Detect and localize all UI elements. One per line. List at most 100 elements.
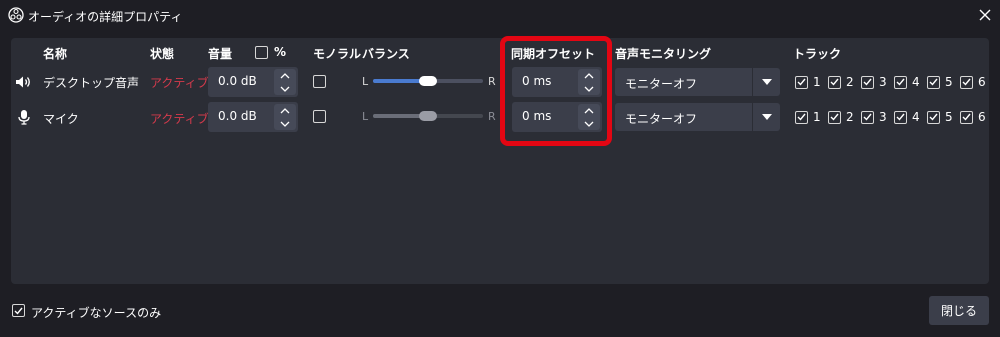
track-checkbox[interactable] xyxy=(828,75,841,89)
track-item[interactable]: 1 xyxy=(795,109,821,125)
track-checkbox[interactable] xyxy=(927,110,940,124)
header-status: 状態 xyxy=(150,47,175,61)
track-item[interactable]: 6 xyxy=(960,109,986,125)
track-item[interactable]: 1 xyxy=(795,74,821,90)
balance-left-label: L xyxy=(362,75,369,88)
checkmark-icon xyxy=(14,307,23,315)
sync-offset-down-button[interactable] xyxy=(578,82,600,95)
checkmark-icon xyxy=(830,78,839,86)
checkmark-icon xyxy=(863,113,872,121)
track-item[interactable]: 2 xyxy=(828,109,854,125)
sync-offset-spinbox[interactable]: 0 ms xyxy=(512,102,602,132)
monitoring-dropdown[interactable]: モニターオフ xyxy=(615,103,780,131)
close-icon xyxy=(979,9,991,21)
track-item[interactable]: 5 xyxy=(927,74,953,90)
status-badge: アクティブ xyxy=(150,76,209,90)
chevron-down-icon xyxy=(584,86,594,92)
mono-checkbox[interactable] xyxy=(313,75,326,88)
track-label: 6 xyxy=(978,75,986,89)
sync-offset-down-button[interactable] xyxy=(578,117,600,130)
sync-offset-value: 0 ms xyxy=(522,109,552,123)
dropdown-caret xyxy=(752,68,780,96)
track-label: 5 xyxy=(945,110,953,124)
balance-left-label: L xyxy=(362,110,369,123)
checkmark-icon xyxy=(797,113,806,121)
track-checkbox[interactable] xyxy=(861,110,874,124)
track-label: 3 xyxy=(879,75,887,89)
track-item[interactable]: 6 xyxy=(960,74,986,90)
track-checkbox[interactable] xyxy=(894,75,907,89)
title-bar: オーディオの詳細プロパティ xyxy=(0,0,1000,30)
volume-stepper xyxy=(274,104,296,130)
header-balance: バランス xyxy=(362,47,410,61)
monitoring-dropdown[interactable]: モニターオフ xyxy=(615,68,780,96)
volume-down-button[interactable] xyxy=(274,82,296,95)
volume-up-button[interactable] xyxy=(274,69,296,82)
sync-offset-up-button[interactable] xyxy=(578,69,600,82)
checkmark-icon xyxy=(830,113,839,121)
speaker-icon xyxy=(14,73,32,91)
track-checkbox[interactable] xyxy=(828,110,841,124)
slider-handle[interactable] xyxy=(419,76,437,86)
header-mono: モノラル xyxy=(313,47,362,61)
balance-right-label: R xyxy=(488,75,496,88)
track-label: 6 xyxy=(978,110,986,124)
track-label: 1 xyxy=(813,110,821,124)
track-item[interactable]: 5 xyxy=(927,109,953,125)
track-item[interactable]: 3 xyxy=(861,74,887,90)
mono-checkbox[interactable] xyxy=(313,110,326,123)
track-checkbox[interactable] xyxy=(927,75,940,89)
header-monitoring: 音声モニタリング xyxy=(615,47,712,61)
track-item[interactable]: 2 xyxy=(828,74,854,90)
chevron-up-icon xyxy=(584,72,594,78)
volume-value: 0.0 dB xyxy=(218,109,257,123)
track-checkbox[interactable] xyxy=(960,110,973,124)
track-item[interactable]: 4 xyxy=(894,74,920,90)
header-percent: % xyxy=(274,45,287,59)
track-label: 1 xyxy=(813,75,821,89)
close-button[interactable]: 閉じる xyxy=(929,296,989,325)
checkmark-icon xyxy=(962,78,971,86)
sync-offset-up-button[interactable] xyxy=(578,104,600,117)
header-name: 名称 xyxy=(43,47,68,61)
track-label: 3 xyxy=(879,110,887,124)
chevron-up-icon xyxy=(280,107,290,113)
window-close-button[interactable] xyxy=(976,6,994,24)
chevron-up-icon xyxy=(280,72,290,78)
track-label: 2 xyxy=(846,75,854,89)
status-badge: アクティブ xyxy=(150,112,209,126)
track-label: 2 xyxy=(846,110,854,124)
monitoring-value: モニターオフ xyxy=(625,112,698,126)
checkmark-icon xyxy=(929,78,938,86)
volume-value: 0.0 dB xyxy=(218,74,257,88)
slider-handle[interactable] xyxy=(419,111,437,121)
track-item[interactable]: 4 xyxy=(894,109,920,125)
volume-up-button[interactable] xyxy=(274,104,296,117)
track-checkbox[interactable] xyxy=(894,110,907,124)
track-label: 4 xyxy=(912,110,920,124)
track-checkbox[interactable] xyxy=(795,110,808,124)
volume-down-button[interactable] xyxy=(274,117,296,130)
checkmark-icon xyxy=(896,78,905,86)
balance-right-label: R xyxy=(488,110,496,123)
track-checkbox[interactable] xyxy=(795,75,808,89)
volume-spinbox[interactable]: 0.0 dB xyxy=(208,102,298,132)
caret-down-icon xyxy=(761,114,772,120)
sync-offset-spinbox[interactable]: 0 ms xyxy=(512,67,602,97)
monitoring-value: モニターオフ xyxy=(625,77,698,91)
active-only-checkbox[interactable] xyxy=(12,304,25,317)
track-checkbox[interactable] xyxy=(861,75,874,89)
checkmark-icon xyxy=(896,113,905,121)
track-item[interactable]: 3 xyxy=(861,109,887,125)
obs-logo-icon xyxy=(8,7,24,23)
volume-spinbox[interactable]: 0.0 dB xyxy=(208,67,298,97)
percent-checkbox[interactable] xyxy=(255,46,268,59)
source-name: デスクトップ音声 xyxy=(43,76,140,90)
chevron-up-icon xyxy=(584,107,594,113)
sync-offset-value: 0 ms xyxy=(522,74,552,88)
chevron-down-icon xyxy=(280,86,290,92)
checkmark-icon xyxy=(962,113,971,121)
track-checkbox[interactable] xyxy=(960,75,973,89)
header-volume: 音量 xyxy=(208,47,233,61)
dropdown-caret xyxy=(752,103,780,131)
